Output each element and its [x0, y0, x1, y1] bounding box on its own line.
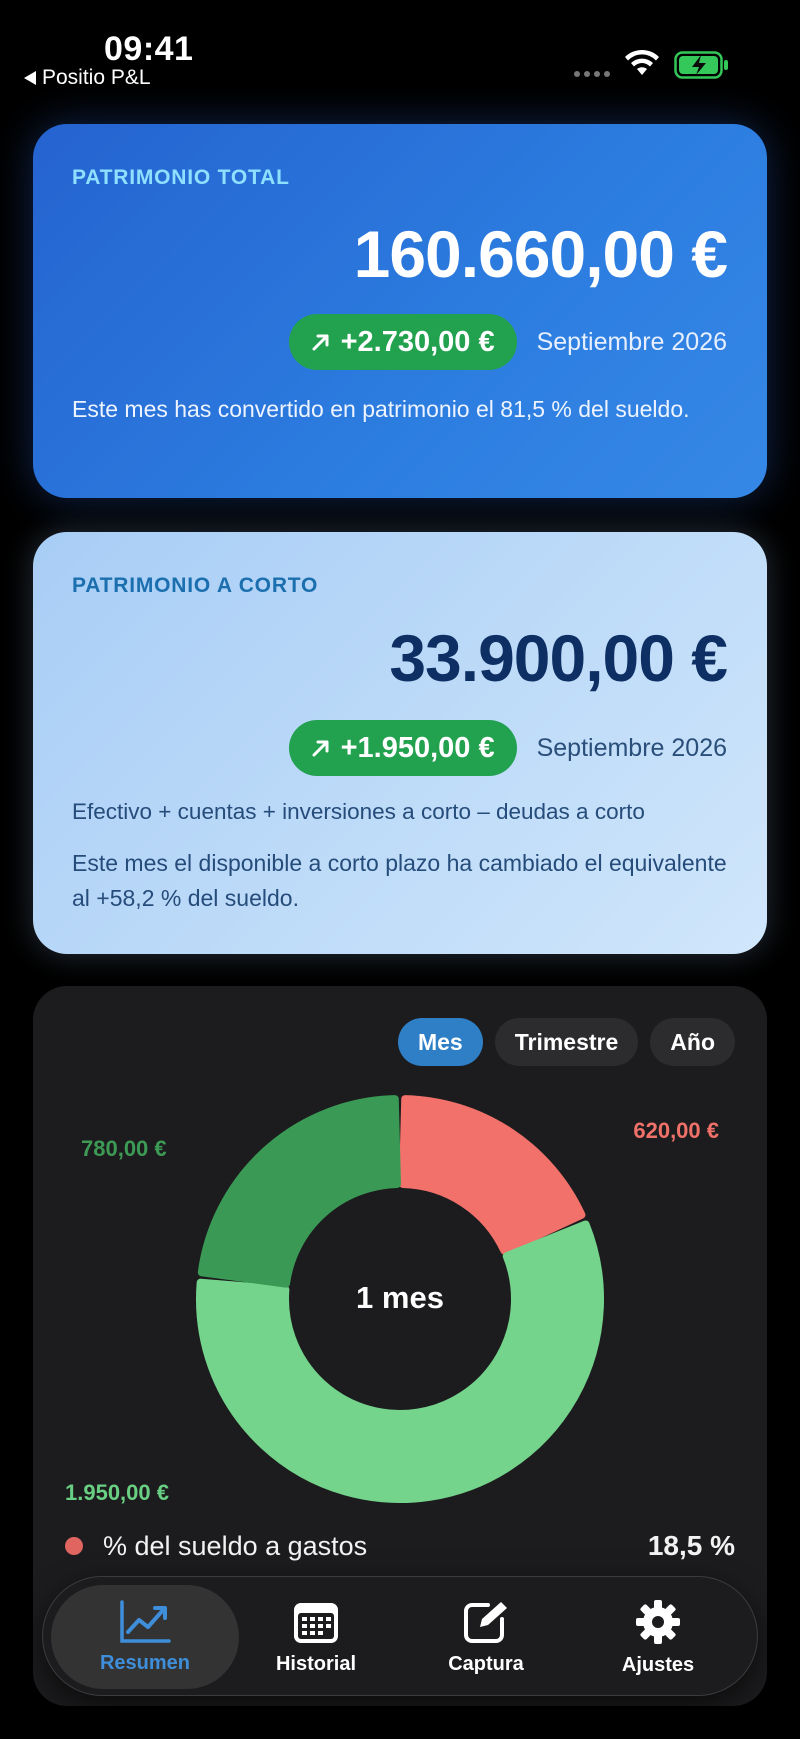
donut-chart — [196, 1095, 604, 1503]
tab-bar: Resumen Historial Captura Ajustes — [42, 1576, 758, 1696]
wifi-icon — [625, 49, 659, 75]
tab-label: Captura — [448, 1652, 524, 1675]
tab-resumen[interactable]: Resumen — [51, 1585, 239, 1689]
legend-dot — [65, 1537, 83, 1555]
back-app-name: Positio P&L — [42, 66, 151, 89]
formula-text: Efectivo + cuentas + inversiones a corto… — [72, 799, 645, 824]
arrow-up-right-icon — [312, 740, 329, 757]
arrow-up-right-icon — [312, 334, 329, 351]
delta-badge: +1.950,00 € — [288, 720, 517, 776]
delta-row: +2.730,00 € Septiembre 2026 — [288, 314, 727, 370]
tab-label: Resumen — [99, 1651, 191, 1674]
legend-row: % del sueldo a gastos 18,5 % — [65, 1530, 735, 1562]
card-title: PATRIMONIO A CORTO — [72, 574, 319, 597]
slice-label-short-term: 1.950,00 € — [65, 1480, 169, 1505]
donut-slice-0 — [399, 1095, 586, 1255]
tab-label: Ajustes — [621, 1653, 695, 1676]
short-term-wealth-card[interactable]: PATRIMONIO A CORTO 33.900,00 € +1.950,00… — [33, 532, 767, 954]
card-title: PATRIMONIO TOTAL — [72, 166, 290, 189]
clock: 09:41 — [104, 30, 194, 68]
gear-icon — [636, 1599, 680, 1644]
back-arrow-icon — [24, 71, 36, 85]
tab-captura[interactable]: Captura — [401, 1577, 571, 1697]
total-amount: 160.660,00 € — [353, 217, 728, 291]
tab-label: Historial — [275, 1652, 357, 1675]
donut-slice-2 — [197, 1095, 401, 1288]
status-bar: 09:41 Positio P&L — [0, 0, 800, 110]
period-label: Septiembre 2026 — [536, 733, 727, 762]
cellular-signal-icon — [574, 71, 610, 77]
slice-label-expenses: 620,00 € — [633, 1118, 719, 1143]
back-to-app-link[interactable]: Positio P&L — [24, 66, 151, 90]
slice-label-long-term: 780,00 € — [81, 1136, 167, 1161]
legend-label: % del sueldo a gastos — [103, 1530, 368, 1561]
edit-icon — [464, 1601, 507, 1643]
delta-value: +1.950,00 € — [340, 731, 495, 764]
delta-value: +2.730,00 € — [340, 325, 495, 358]
delta-row: +1.950,00 € Septiembre 2026 — [288, 720, 727, 776]
short-term-amount: 33.900,00 € — [389, 621, 728, 695]
total-wealth-card[interactable]: PATRIMONIO TOTAL 160.660,00 € +2.730,00 … — [33, 124, 767, 498]
calendar-icon — [294, 1602, 338, 1643]
card-note: Este mes has convertido en patrimonio el… — [72, 396, 690, 422]
card-note: Este mes el disponible a corto plazo ha … — [72, 850, 727, 911]
chart-line-icon — [120, 1599, 171, 1643]
tab-historial[interactable]: Historial — [231, 1577, 401, 1697]
delta-badge: +2.730,00 € — [288, 314, 517, 370]
legend-value: 18,5 % — [647, 1530, 735, 1561]
donut-center-label: 1 mes — [356, 1280, 444, 1315]
period-label: Septiembre 2026 — [536, 327, 727, 356]
battery-charging-icon — [674, 51, 728, 79]
tab-ajustes[interactable]: Ajustes — [573, 1577, 743, 1697]
